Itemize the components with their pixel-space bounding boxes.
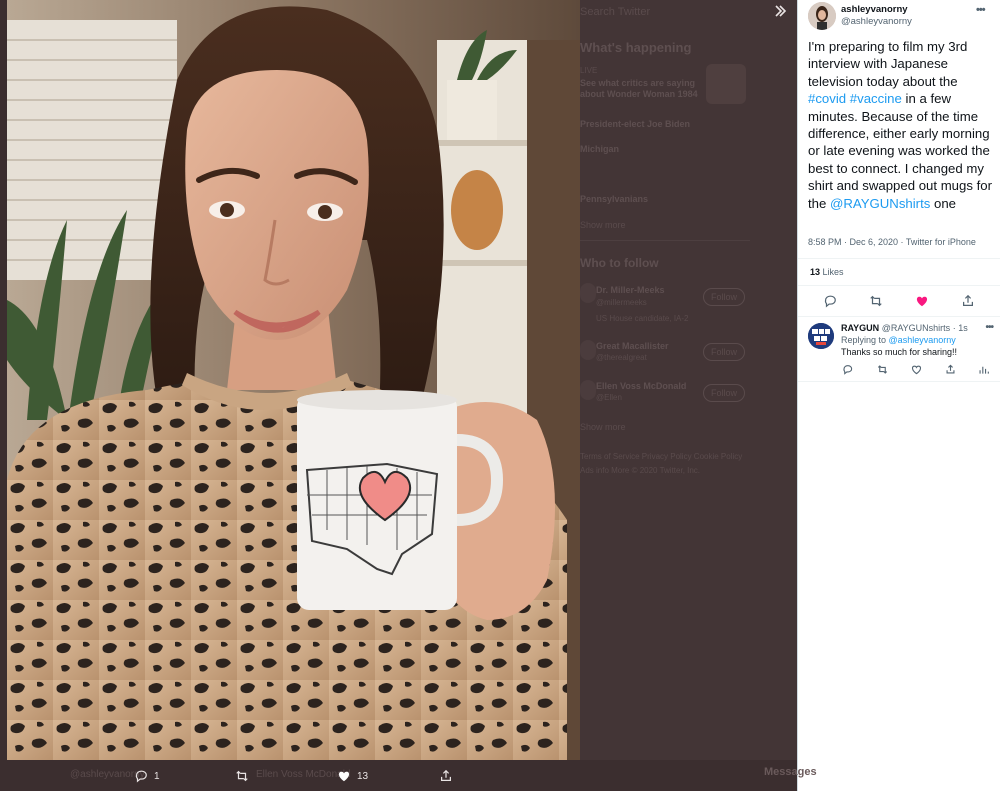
likes-label: Likes: [822, 267, 844, 277]
bg-show-more: Show more: [580, 220, 626, 230]
bg-trend-title: Pennsylvanians: [580, 194, 649, 204]
reply-count: 1: [154, 770, 160, 782]
like-action[interactable]: 13: [337, 767, 368, 785]
retweet-icon: [877, 365, 888, 374]
divider: [798, 381, 1000, 382]
retweet-action[interactable]: [235, 767, 255, 785]
bg-show-more: Show more: [580, 422, 626, 432]
bg-footer: Ads info More © 2020 Twitter, Inc.: [580, 466, 701, 475]
retweet-icon: [870, 295, 882, 307]
bg-avatar: [580, 283, 596, 303]
bg-trend-context: LIVE: [580, 66, 598, 75]
tweet-text-part: one: [930, 195, 957, 211]
retweet-button[interactable]: [869, 294, 883, 308]
bg-avatar: [580, 340, 596, 360]
bg-suggestion-handle: @therealgreat: [596, 353, 647, 362]
reply-header: RAYGUN @RAYGUNshirts · 1s: [841, 323, 968, 333]
bg-suggestion-name: Ellen Voss McDonald: [596, 381, 687, 391]
heart-outline-icon: [911, 365, 922, 375]
tweet-text-part: in a few minutes. Because of the time di…: [808, 91, 992, 211]
bg-follow-button: Follow: [703, 343, 745, 361]
tweet-actions: [798, 294, 1000, 310]
tweet-detail-panel: ashleyvanorny @ashleyvanorny ••• I'm pre…: [797, 0, 1000, 791]
reply-actions: [798, 362, 1000, 376]
tweet-photo[interactable]: [7, 0, 580, 760]
bg-footer: Terms of Service Privacy Policy Cookie P…: [580, 452, 743, 461]
expand-panel-icon[interactable]: [770, 4, 790, 24]
reply-icon: [843, 365, 853, 375]
author-name[interactable]: ashleyvanorny: [841, 4, 908, 15]
raygun-logo-icon: [808, 323, 834, 349]
tweet-author[interactable]: ashleyvanorny @ashleyvanorny •••: [808, 2, 998, 30]
bar-chart-icon: [979, 366, 989, 374]
bg-suggestion-handle: @Ellen: [596, 393, 622, 402]
replying-label: Replying to: [841, 335, 887, 345]
hashtag-link[interactable]: #covid: [808, 91, 846, 106]
avatar[interactable]: [808, 323, 834, 349]
reply-button[interactable]: [842, 362, 853, 375]
reply-icon: [135, 770, 147, 783]
bg-suggestion-note: US House candidate, IA-2: [596, 314, 689, 323]
background-sidebar: Search Twitter What's happening LIVE See…: [580, 0, 797, 760]
bg-trend-title: See what critics are saying about Wonder…: [580, 78, 698, 99]
author-avatar-image: [808, 2, 836, 30]
bg-messages-drawer: Messages: [764, 766, 817, 778]
mention-link[interactable]: @RAYGUNshirts: [830, 196, 930, 211]
bg-search: Search Twitter: [580, 6, 651, 18]
reply-tweet[interactable]: RAYGUN @RAYGUNshirts · 1s ••• Replying t…: [798, 317, 1000, 381]
share-action[interactable]: [439, 767, 459, 785]
replying-to: Replying to @ashleyvanorny: [841, 335, 956, 345]
divider: [798, 258, 1000, 259]
heart-icon: [338, 771, 350, 782]
bg-trend-title: Michigan: [580, 144, 620, 154]
reply-time[interactable]: · 1s: [953, 323, 968, 333]
chevron-double-right-icon: [775, 5, 787, 17]
reply-author-handle[interactable]: @RAYGUNshirts: [882, 323, 950, 333]
bg-suggestion-handle: @millermeeks: [596, 298, 647, 307]
analytics-button[interactable]: [978, 362, 989, 374]
tweet-text: I'm preparing to film my 3rd interview w…: [808, 38, 994, 212]
bg-follow-button: Follow: [703, 384, 745, 402]
photo-action-bar: @ashleyvanorny Ellen Voss McDonald 1 13: [0, 760, 797, 791]
hashtag-link[interactable]: #vaccine: [850, 91, 902, 106]
likes-summary[interactable]: 13 Likes: [810, 267, 844, 277]
likes-count: 13: [810, 267, 821, 277]
reply-icon: [824, 295, 836, 308]
share-button[interactable]: [961, 294, 975, 308]
bg-trend-title: President-elect Joe Biden: [580, 119, 691, 129]
bg-trend-thumbnail: [706, 64, 746, 104]
like-button[interactable]: [911, 362, 922, 375]
bg-who-to-follow: Who to follow: [580, 256, 659, 270]
bg-avatar: [580, 380, 596, 400]
retweet-button[interactable]: [877, 362, 888, 374]
share-icon: [441, 769, 451, 781]
more-options-icon[interactable]: •••: [985, 322, 993, 333]
reply-action[interactable]: 1: [134, 767, 160, 785]
avatar[interactable]: [808, 2, 836, 30]
like-count: 13: [357, 770, 369, 782]
heart-icon: [916, 296, 928, 307]
bg-follow-button: Follow: [703, 288, 745, 306]
share-icon: [946, 364, 955, 374]
bg-divider: [580, 240, 750, 241]
like-button[interactable]: [915, 294, 929, 308]
bg-suggestion-name: Great Macallister: [596, 341, 669, 351]
share-button[interactable]: [945, 362, 956, 374]
bg-suggestion-name: Dr. Miller-Meeks: [596, 285, 665, 295]
author-handle[interactable]: @ashleyvanorny: [841, 16, 912, 27]
photo-illustration: [7, 0, 580, 760]
divider: [798, 285, 1000, 286]
retweet-icon: [236, 770, 248, 782]
reply-text: Thanks so much for sharing!!: [841, 347, 958, 357]
bg-whats-happening: What's happening: [580, 40, 692, 55]
more-options-icon[interactable]: •••: [976, 4, 990, 16]
tweet-text-part: I'm preparing to film my 3rd interview w…: [808, 39, 968, 89]
reply-author-name[interactable]: RAYGUN: [841, 323, 879, 333]
replying-to-link[interactable]: @ashleyvanorny: [889, 335, 956, 345]
tweet-timestamp[interactable]: 8:58 PM · Dec 6, 2020 · Twitter for iPho…: [808, 237, 976, 247]
backdrop-strip: [0, 0, 7, 791]
reply-button[interactable]: [823, 294, 837, 308]
share-icon: [963, 294, 973, 306]
